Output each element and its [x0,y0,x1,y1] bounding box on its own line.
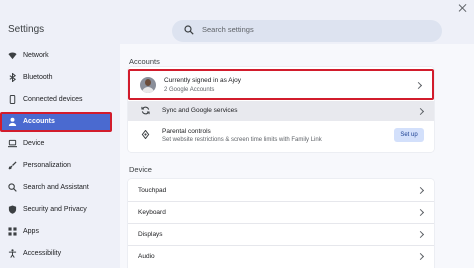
sidebar-item-label: Security and Privacy [23,206,87,213]
signed-in-title: Currently signed in as Ajoy [164,77,241,84]
shield-icon [8,205,17,214]
device-item-touchpad[interactable]: Touchpad [128,180,434,201]
search-icon [8,183,17,192]
accounts-card: Currently signed in as Ajoy 2 Google Acc… [128,67,434,152]
device-item-audio[interactable]: Audio [128,246,434,267]
parental-controls-icon [141,130,150,139]
sync-row[interactable]: Sync and Google services [128,101,434,121]
sidebar-item-accessibility[interactable]: Accessibility [0,244,112,264]
sidebar-item-connected-devices[interactable]: Connected devices [0,90,112,110]
sidebar-item-device[interactable]: Device [0,134,112,154]
signed-in-row[interactable]: Currently signed in as Ajoy 2 Google Acc… [128,69,434,100]
signed-in-subtitle: 2 Google Accounts [164,87,215,93]
device-item-displays[interactable]: Displays [128,224,434,245]
sidebar-item-label: Accounts [23,118,55,125]
device-item-label: Touchpad [138,187,167,194]
phone-icon [9,95,16,104]
parental-controls-subtitle: Set website restrictions & screen time l… [162,137,322,143]
device-item-keyboard[interactable]: Keyboard [128,202,434,223]
set-up-button[interactable]: Set up [394,128,424,142]
sidebar-item-personalization[interactable]: Personalization [0,156,112,176]
search-input[interactable]: Search settings [172,20,442,42]
sidebar-item-label: Connected devices [23,96,83,103]
sidebar-item-label: Network [23,52,49,59]
search-icon [184,25,194,35]
main-content: Accounts Currently signed in as Ajoy 2 G… [120,44,474,268]
sidebar: Network Bluetooth Connected devices Acco… [0,44,120,268]
device-card: Touchpad Keyboard Displays Audio [128,179,434,268]
sidebar-item-search-and-assistant[interactable]: Search and Assistant [0,178,112,198]
chevron-right-icon [416,230,425,239]
device-item-label: Audio [138,253,155,260]
sidebar-item-accounts[interactable]: Accounts [0,112,112,132]
close-icon[interactable] [458,3,468,13]
avatar [140,77,156,93]
section-title-device: Device [129,165,152,174]
bluetooth-icon [9,73,17,82]
sidebar-item-label: Personalization [23,162,71,169]
chevron-right-icon [416,208,425,217]
accessibility-icon [8,249,17,258]
chevron-right-icon [416,107,425,116]
palette-icon [8,161,17,170]
sidebar-item-label: Bluetooth [23,74,53,81]
parental-controls-row: Parental controls Set website restrictio… [128,122,434,150]
device-item-label: Keyboard [138,209,166,216]
sidebar-item-security-and-privacy[interactable]: Security and Privacy [0,200,112,220]
search-placeholder: Search settings [202,25,254,34]
chevron-right-icon [416,252,425,261]
sidebar-item-label: Apps [23,228,39,235]
window-title: Settings [8,24,45,35]
section-title-accounts: Accounts [129,57,160,66]
sidebar-item-network[interactable]: Network [0,46,112,66]
sidebar-item-label: Accessibility [23,250,62,257]
sync-label: Sync and Google services [162,107,238,114]
chevron-right-icon [416,186,425,195]
wifi-icon [8,52,17,60]
laptop-icon [8,139,17,148]
sync-icon [141,106,150,115]
sidebar-item-label: Device [23,140,45,147]
apps-grid-icon [8,227,17,236]
sidebar-item-label: Search and Assistant [23,184,89,191]
device-item-label: Displays [138,231,163,238]
chevron-right-icon [414,81,423,90]
parental-controls-title: Parental controls [162,128,211,135]
sidebar-item-apps[interactable]: Apps [0,222,112,242]
person-icon [8,117,17,126]
sidebar-item-bluetooth[interactable]: Bluetooth [0,68,112,88]
